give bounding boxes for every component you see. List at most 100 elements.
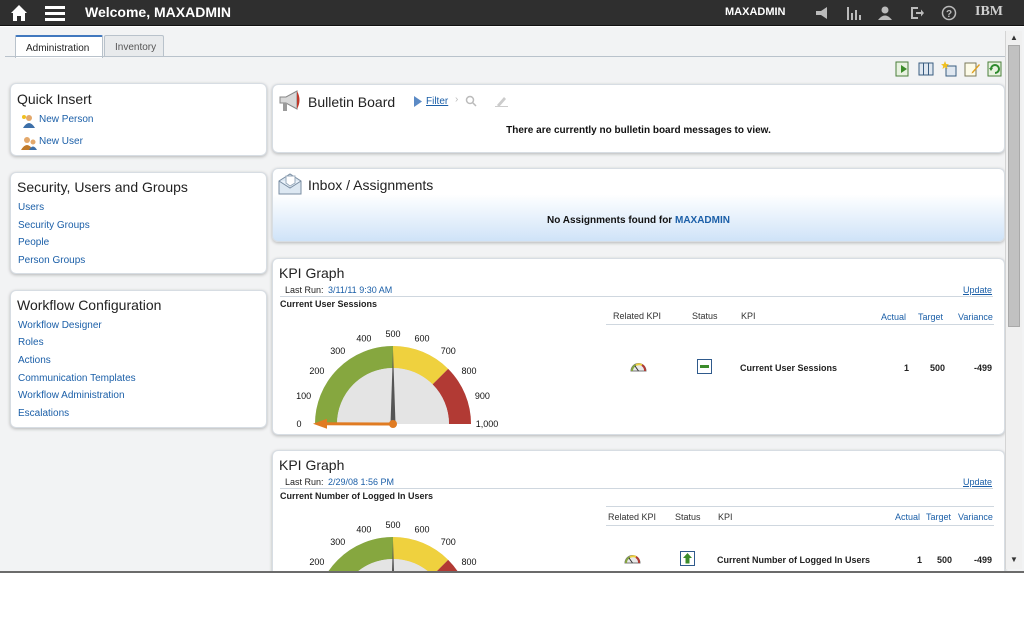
- tab-divider: [5, 56, 1005, 57]
- gauge-tick-label: 800: [462, 366, 477, 376]
- security-link-security-groups[interactable]: Security Groups: [18, 220, 90, 231]
- gauge-tick-label: 500: [385, 329, 400, 339]
- add-start-center-icon[interactable]: [941, 61, 957, 77]
- workflow-portlet: Workflow Configuration Workflow Designer…: [10, 290, 267, 428]
- menu-icon[interactable]: [45, 4, 65, 22]
- related-kpi-gauge-icon[interactable]: [624, 550, 641, 564]
- kpi-table-divider: [606, 525, 994, 526]
- kpi-gauge-chart: 0 100 200 300 400 500 600 700 800 900 1,000: [296, 329, 499, 429]
- update-link[interactable]: Update: [963, 285, 992, 295]
- workflow-link-communication-templates[interactable]: Communication Templates: [18, 373, 136, 384]
- ibm-logo: IBM: [975, 4, 1003, 19]
- inbox-message-user[interactable]: MAXADMIN: [675, 215, 730, 226]
- new-person-icon: [22, 115, 35, 128]
- inbox-message-text: No Assignments found for: [547, 215, 675, 226]
- tab-inventory[interactable]: Inventory: [104, 35, 164, 57]
- inbox-assignments-portlet: Inbox / Assignments No Assignments found…: [272, 168, 1005, 242]
- quick-insert-new-person[interactable]: New Person: [39, 114, 93, 125]
- help-icon[interactable]: ?: [941, 5, 957, 21]
- kpi-header-divider: [280, 296, 993, 297]
- kpi-gauge-chart: 200 300 400 500 600 700 800: [281, 503, 601, 571]
- welcome-title: Welcome, MAXADMIN: [85, 4, 231, 20]
- start-center: Administration Inventory Quick Insert Ne…: [0, 27, 1024, 571]
- col-kpi: KPI: [718, 512, 733, 522]
- kpi-row-actual: 1: [917, 555, 923, 565]
- minus-status-icon: [697, 359, 712, 374]
- kpi-row-name: Current User Sessions: [740, 363, 838, 373]
- workflow-link-administration[interactable]: Workflow Administration: [18, 390, 125, 401]
- filter-arrow-icon[interactable]: [413, 96, 422, 107]
- current-user: MAXADMIN: [725, 6, 786, 18]
- security-link-person-groups[interactable]: Person Groups: [18, 255, 85, 266]
- col-related-kpi: Related KPI: [613, 311, 662, 321]
- kpi-header-divider: [280, 488, 993, 489]
- kpi-row-target: 500: [930, 363, 946, 373]
- chevron-right-icon: ›: [455, 94, 459, 105]
- gauge-tick-label: 200: [309, 366, 324, 376]
- megaphone-icon: [279, 90, 300, 111]
- gauge-tick-label: 400: [356, 333, 371, 343]
- find-icon[interactable]: [465, 95, 477, 107]
- workflow-link-escalations[interactable]: Escalations: [18, 408, 69, 419]
- workflow-title: Workflow Configuration: [17, 297, 162, 313]
- refresh-icon[interactable]: [987, 61, 1003, 77]
- quick-insert-title: Quick Insert: [17, 91, 92, 107]
- col-status: Status: [692, 311, 718, 321]
- gauge-tick-label: 500: [385, 520, 400, 530]
- profile-icon[interactable]: [877, 5, 893, 21]
- col-kpi: KPI: [741, 311, 756, 321]
- up-arrow-status-icon: [680, 551, 695, 566]
- kpi-graph-title: KPI Graph: [279, 457, 345, 473]
- inbox-message: No Assignments found for MAXADMIN: [273, 215, 1004, 226]
- gauge-tick-label: 700: [441, 537, 456, 547]
- kpi-row-actual: 1: [904, 363, 910, 373]
- gauge-tick-label: 600: [415, 333, 430, 343]
- col-related-kpi: Related KPI: [608, 512, 657, 522]
- last-run-value: 2/29/08 1:56 PM: [328, 477, 395, 487]
- scrollbar-thumb[interactable]: [1008, 45, 1020, 327]
- sign-out-icon[interactable]: [909, 5, 925, 21]
- kpi-row-variance: -499: [974, 363, 993, 373]
- scroll-up-arrow-icon[interactable]: ▲: [1009, 33, 1019, 43]
- workflow-link-designer[interactable]: Workflow Designer: [18, 320, 102, 331]
- kpi-graph-portlet-2: KPI Graph Last Run: 2/29/08 1:56 PM Upda…: [272, 450, 1005, 571]
- tab-administration[interactable]: Administration: [15, 35, 103, 58]
- update-link[interactable]: Update: [963, 477, 992, 487]
- col-actual: Actual: [895, 512, 921, 522]
- quick-insert-new-user[interactable]: New User: [39, 136, 83, 147]
- new-user-icon: [21, 137, 37, 150]
- workflow-link-roles[interactable]: Roles: [18, 337, 44, 348]
- last-run-value: 3/11/11 9:30 AM: [328, 285, 393, 295]
- security-link-people[interactable]: People: [18, 237, 49, 248]
- bulletin-filter-link[interactable]: Filter: [426, 96, 448, 107]
- bulletin-board-portlet: Bulletin Board Filter › There are curren…: [272, 84, 1005, 153]
- gauge-tick-label: 200: [309, 557, 324, 567]
- kpi-row-variance: -499: [974, 555, 993, 565]
- gauge-tick-label: 700: [441, 346, 456, 356]
- gauge-tick-label: 1,000: [476, 419, 499, 429]
- edit-icon[interactable]: [964, 61, 980, 77]
- gauge-tick-label: 800: [462, 557, 477, 567]
- security-link-users[interactable]: Users: [18, 202, 44, 213]
- home-icon[interactable]: [10, 4, 28, 22]
- layout-icon[interactable]: [918, 61, 934, 77]
- announcement-icon[interactable]: [814, 5, 830, 21]
- gauge-tick-label: 0: [296, 419, 301, 429]
- vertical-scrollbar[interactable]: ▲ ▼: [1005, 31, 1022, 569]
- bulletin-board-message: There are currently no bulletin board me…: [506, 125, 771, 136]
- reports-icon[interactable]: [846, 5, 862, 21]
- gauge-tick-label: 400: [356, 524, 371, 534]
- kpi-table-divider: [606, 324, 994, 325]
- security-title: Security, Users and Groups: [17, 179, 188, 195]
- kpi-row-target: 500: [937, 555, 953, 565]
- top-header-bar: Welcome, MAXADMIN MAXADMIN ? IBM: [0, 0, 1024, 26]
- clear-filter-icon[interactable]: [495, 95, 508, 107]
- gauge-tick-label: 600: [415, 524, 430, 534]
- related-kpi-gauge-icon[interactable]: [630, 358, 647, 372]
- scroll-down-arrow-icon[interactable]: ▼: [1009, 555, 1019, 565]
- workflow-link-actions[interactable]: Actions: [18, 355, 51, 366]
- add-portlet-icon[interactable]: [895, 61, 911, 77]
- svg-text:?: ?: [946, 9, 952, 20]
- gauge-pivot: [389, 420, 397, 428]
- bulletin-board-title: Bulletin Board: [308, 94, 396, 110]
